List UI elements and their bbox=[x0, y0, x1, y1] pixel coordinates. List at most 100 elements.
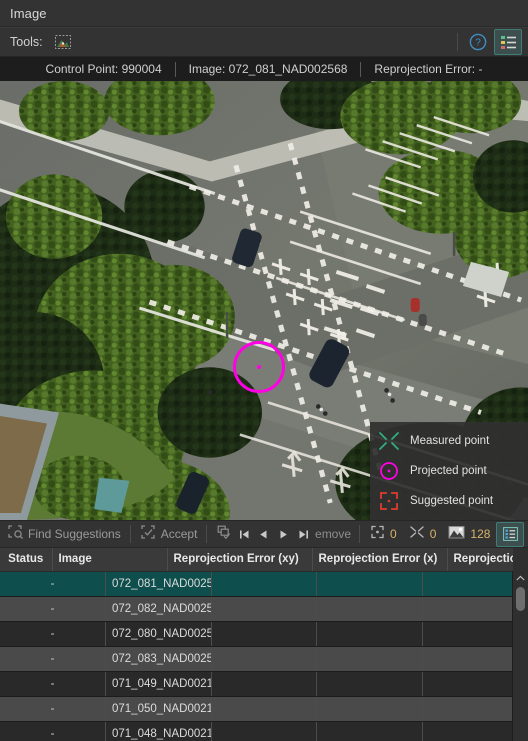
list-view-icon[interactable] bbox=[494, 29, 522, 55]
accept-label: Accept bbox=[160, 527, 198, 541]
scrollbar-header-corner bbox=[513, 548, 528, 572]
image-count-icon bbox=[448, 525, 465, 544]
projected-point-icon bbox=[376, 460, 402, 482]
suggested-count-value: 0 bbox=[390, 527, 397, 541]
measured-count-value: 0 bbox=[429, 527, 437, 541]
cell-status: - bbox=[0, 646, 106, 672]
cmd-divider-1 bbox=[129, 525, 131, 543]
cell-rxy bbox=[211, 721, 317, 741]
legend-label-measured: Measured point bbox=[410, 435, 490, 447]
remove-label: emove bbox=[315, 527, 352, 541]
cell-rx bbox=[316, 721, 423, 741]
cell-image: 072_080_NAD002569 bbox=[105, 621, 212, 647]
table-header-grid: Status Image Reprojection Error (xy) Rep… bbox=[0, 548, 528, 572]
svg-text:?: ? bbox=[475, 38, 481, 49]
table-body-grid: - 072_081_NAD002568 - 072_082_NAD002567 bbox=[0, 571, 528, 741]
cell-rx bbox=[316, 671, 423, 697]
cell-rxy bbox=[211, 646, 317, 672]
legend-item-measured: Measured point bbox=[376, 430, 520, 452]
legend-label-projected: Projected point bbox=[410, 465, 487, 477]
col-header-image[interactable]: Image bbox=[52, 548, 168, 572]
cell-rx bbox=[316, 571, 423, 597]
cell-rxy bbox=[211, 671, 317, 697]
help-circle-icon[interactable]: ? bbox=[466, 30, 490, 54]
cell-rx bbox=[316, 646, 423, 672]
scrollbar-thumb[interactable] bbox=[516, 587, 525, 611]
cmd-divider-3 bbox=[359, 525, 361, 543]
measured-count: 0 bbox=[403, 525, 443, 544]
table-row[interactable]: - 072_082_NAD002567 bbox=[0, 596, 528, 622]
cell-image: 072_083_NAD002566 bbox=[105, 646, 212, 672]
panel-title-bar: Image bbox=[0, 0, 528, 27]
reprojection-error-info: Reprojection Error: - bbox=[374, 62, 483, 76]
info-strip: Control Point: 990004 Image: 072_081_NAD… bbox=[0, 57, 528, 81]
col-header-reprojection-error-x[interactable]: Reprojection Error (x) bbox=[312, 548, 448, 572]
cell-status: - bbox=[0, 671, 106, 697]
table-row[interactable]: - 071_048_NAD002128 bbox=[0, 721, 528, 741]
marker-legend: Measured point Projected point Suggested… bbox=[370, 422, 528, 520]
remove-stack-icon bbox=[216, 524, 233, 545]
suggested-count: 0 bbox=[364, 525, 403, 544]
table-header-row: Status Image Reprojection Error (xy) Rep… bbox=[0, 548, 528, 572]
table-body-scroll: - 072_081_NAD002568 - 072_082_NAD002567 bbox=[0, 571, 528, 741]
image-viewport[interactable]: Measured point Projected point Suggested… bbox=[0, 81, 528, 520]
suggested-point-icon bbox=[376, 490, 402, 512]
page-title: Image bbox=[10, 5, 47, 21]
cmd-divider-2 bbox=[206, 525, 208, 543]
control-point-info: Control Point: 990004 bbox=[45, 62, 162, 76]
find-suggestions-icon bbox=[7, 524, 24, 545]
nav-prev-icon[interactable] bbox=[254, 523, 274, 545]
command-bar: Find Suggestions Accept emove 0 0 128 bbox=[0, 520, 528, 548]
cell-status: - bbox=[0, 696, 106, 722]
measured-count-icon bbox=[409, 525, 425, 544]
cell-status: - bbox=[0, 596, 106, 622]
tools-bar: Tools: ? bbox=[0, 27, 528, 57]
measured-point-icon bbox=[376, 430, 402, 452]
cell-status: - bbox=[0, 721, 106, 741]
cell-status: - bbox=[0, 621, 106, 647]
legend-item-projected: Projected point bbox=[376, 460, 520, 482]
reprojection-table: Status Image Reprojection Error (xy) Rep… bbox=[0, 548, 528, 741]
scroll-up-arrow-icon[interactable] bbox=[513, 571, 528, 585]
image-count-value: 128 bbox=[470, 527, 491, 541]
nav-last-icon[interactable] bbox=[293, 523, 313, 545]
cell-rxy bbox=[211, 596, 317, 622]
vertical-scrollbar[interactable] bbox=[512, 571, 528, 741]
table-row[interactable]: - 072_080_NAD002569 bbox=[0, 621, 528, 647]
accept-button[interactable]: Accept bbox=[135, 522, 203, 546]
cell-image: 071_050_NAD002126 bbox=[105, 696, 212, 722]
table-row[interactable]: - 071_050_NAD002126 bbox=[0, 696, 528, 722]
cell-rx bbox=[316, 596, 423, 622]
remove-button[interactable] bbox=[211, 522, 234, 546]
table-row[interactable]: - 071_049_NAD002127 bbox=[0, 671, 528, 697]
suggested-count-icon bbox=[370, 525, 385, 544]
cell-rxy bbox=[211, 696, 317, 722]
legend-item-suggested: Suggested point bbox=[376, 490, 520, 512]
toolbar-divider bbox=[457, 33, 458, 51]
cell-image: 072_081_NAD002568 bbox=[105, 571, 212, 597]
cell-rx bbox=[316, 696, 423, 722]
cell-image: 071_048_NAD002128 bbox=[105, 721, 212, 741]
cell-image: 071_049_NAD002127 bbox=[105, 671, 212, 697]
image-point-tool-icon[interactable] bbox=[50, 30, 76, 54]
table-row[interactable]: - 072_083_NAD002566 bbox=[0, 646, 528, 672]
cell-rxy bbox=[211, 621, 317, 647]
col-header-status[interactable]: Status bbox=[0, 548, 53, 572]
col-header-reprojection-error-xy[interactable]: Reprojection Error (xy) bbox=[167, 548, 313, 572]
image-panel: Image Tools: ? Control Point: 990004 Ima… bbox=[0, 0, 528, 741]
find-suggestions-label: Find Suggestions bbox=[28, 527, 121, 541]
cell-status: - bbox=[0, 571, 106, 597]
table-row[interactable]: - 072_081_NAD002568 bbox=[0, 571, 528, 597]
nav-next-icon[interactable] bbox=[274, 523, 294, 545]
cell-rxy bbox=[211, 571, 317, 597]
table-view-icon[interactable] bbox=[496, 521, 524, 547]
nav-first-icon[interactable] bbox=[234, 523, 254, 545]
image-info: Image: 072_081_NAD002568 bbox=[188, 62, 348, 76]
cell-image: 072_082_NAD002567 bbox=[105, 596, 212, 622]
accept-check-icon bbox=[140, 524, 157, 545]
cell-rx bbox=[316, 621, 423, 647]
find-suggestions-button[interactable]: Find Suggestions bbox=[2, 522, 126, 546]
image-count: 128 bbox=[442, 525, 496, 544]
legend-label-suggested: Suggested point bbox=[410, 495, 494, 507]
tools-label: Tools: bbox=[10, 35, 43, 49]
